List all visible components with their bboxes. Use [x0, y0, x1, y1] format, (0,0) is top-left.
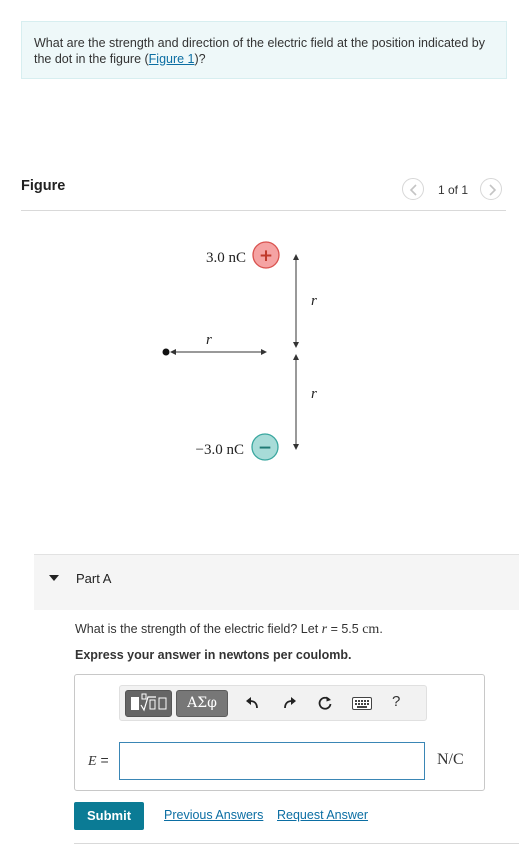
figure-link[interactable]: Figure 1: [149, 52, 195, 66]
templates-button[interactable]: [125, 690, 172, 717]
keyboard-icon[interactable]: [352, 697, 372, 710]
charge-diagram: 3.0 nC + −3.0 nC − r r r: [162, 241, 317, 461]
figure-counter: 1 of 1: [438, 183, 469, 197]
templates-icon: [131, 693, 167, 712]
positive-sign: +: [259, 246, 273, 266]
previous-answers-link[interactable]: Previous Answers: [164, 808, 263, 822]
prompt-period: .: [379, 622, 383, 636]
lower-distance-label: r: [311, 386, 317, 402]
horizontal-distance-label: r: [206, 332, 212, 348]
prompt-unit: cm: [362, 622, 380, 637]
part-a-label: Part A: [76, 571, 112, 586]
answer-input[interactable]: [119, 742, 425, 780]
upper-distance-label: r: [311, 293, 317, 309]
submit-button[interactable]: Submit: [74, 802, 144, 830]
answer-variable: E: [88, 754, 97, 769]
question-text-end: )?: [194, 51, 206, 66]
chevron-right-icon: [489, 184, 497, 196]
answer-unit: N/C: [437, 751, 464, 768]
next-figure-button[interactable]: [480, 178, 502, 200]
positive-charge-label: 3.0 nC: [206, 250, 246, 266]
answer-area: ΑΣφ ? E = N/C: [74, 674, 485, 791]
negative-sign: −: [258, 438, 272, 458]
request-answer-link[interactable]: Request Answer: [277, 808, 368, 822]
negative-charge-label: −3.0 nC: [196, 442, 244, 458]
question-text: What are the strength and direction of t…: [34, 36, 485, 66]
question-box: What are the strength and direction of t…: [21, 21, 507, 79]
greek-symbols-button[interactable]: ΑΣφ: [176, 690, 228, 717]
reset-icon[interactable]: [317, 695, 333, 711]
caret-down-icon: [49, 575, 59, 581]
part-a-header[interactable]: Part A: [34, 554, 519, 610]
answer-equals: =: [96, 752, 109, 768]
math-toolbar: ΑΣφ ?: [119, 685, 427, 721]
prompt-value: = 5.5: [327, 622, 363, 636]
prompt-text: What is the strength of the electric fie…: [75, 622, 322, 636]
previous-figure-button[interactable]: [402, 178, 424, 200]
answer-label: E =: [88, 752, 109, 770]
chevron-left-icon: [409, 184, 417, 196]
field-point-dot: [162, 348, 170, 356]
help-button[interactable]: ?: [392, 693, 400, 710]
figure-title: Figure: [21, 178, 66, 194]
part-a-instruction: Express your answer in newtons per coulo…: [75, 648, 352, 662]
part-a-prompt: What is the strength of the electric fie…: [75, 622, 383, 638]
redo-icon[interactable]: [281, 695, 297, 711]
undo-icon[interactable]: [245, 695, 261, 711]
